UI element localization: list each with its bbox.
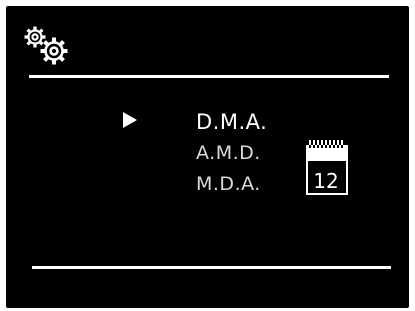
calendar-day-number: 12 [313,169,339,193]
menu-item-label: D.M.A. [196,110,268,134]
right-triangle-cursor-icon [123,112,137,128]
menu-item-amd[interactable]: A.M.D. [196,138,306,169]
menu-item-dma[interactable]: D.M.A. [196,107,306,138]
header-divider [29,75,389,78]
menu-item-label: M.D.A. [196,173,261,195]
settings-gears-icon [24,26,68,65]
footer-divider [32,266,391,269]
date-format-menu: D.M.A. A.M.D. M.D.A. [196,107,306,200]
menu-item-label: A.M.D. [196,142,261,164]
device-screen: D.M.A. A.M.D. M.D.A. 12 [6,6,409,308]
menu-item-mda[interactable]: M.D.A. [196,169,306,200]
